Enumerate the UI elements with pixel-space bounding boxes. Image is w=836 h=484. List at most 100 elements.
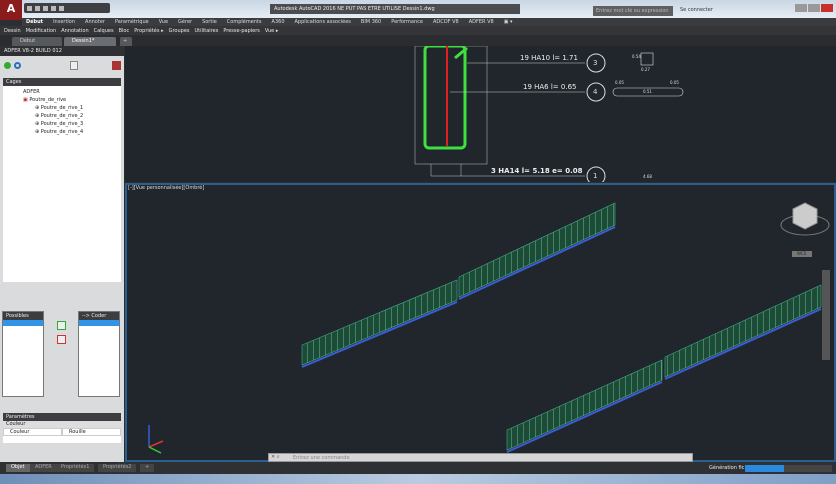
coder-header: --> Coder xyxy=(79,312,119,320)
new-icon[interactable] xyxy=(27,5,32,11)
rebar-label: 19 HA6 l= 0.65 xyxy=(523,83,577,91)
viewcube-icon[interactable] xyxy=(780,202,830,236)
tab-properties2[interactable]: Propriétés2 xyxy=(98,464,137,472)
menu-item[interactable]: Presse-papiers xyxy=(223,28,260,34)
document-icon[interactable] xyxy=(70,61,78,70)
menu-item[interactable]: Vue ▸ xyxy=(265,28,278,34)
add-to-code-icon[interactable] xyxy=(57,321,66,330)
cage-icon[interactable] xyxy=(112,61,121,70)
remove-from-code-icon[interactable] xyxy=(57,335,66,344)
section-drawing xyxy=(414,46,684,182)
sign-in-button[interactable]: Se connecter xyxy=(680,7,713,13)
ribbon-tabs: Début Insertion Annoter Paramétrique Vue Gére… xyxy=(22,18,836,26)
ribbon-tab[interactable]: A360 xyxy=(272,19,285,25)
autocad-logo[interactable]: A xyxy=(0,0,22,20)
panel-bar: Dessin Modification Annotation Calques Bloc P… xyxy=(0,26,836,35)
navigation-bar[interactable] xyxy=(822,270,830,360)
viewport-controls[interactable]: [-][Vue personnalisée][Ombré] xyxy=(128,185,204,191)
beam-bottom-bar xyxy=(506,381,663,453)
tab-start[interactable]: Début xyxy=(12,37,62,46)
menu-item[interactable]: Modification xyxy=(26,28,56,34)
window-controls xyxy=(795,4,833,12)
undo-icon[interactable] xyxy=(59,5,64,11)
list-item[interactable] xyxy=(79,320,119,326)
parameter-value[interactable]: Rouille xyxy=(62,428,121,436)
list-item[interactable] xyxy=(3,320,43,326)
menu-item[interactable]: Propriétés ▸ xyxy=(134,28,163,34)
ribbon-tab[interactable]: Début xyxy=(26,19,43,25)
close-button[interactable] xyxy=(821,4,833,12)
menu-item[interactable]: Utilitaires xyxy=(195,28,219,34)
ribbon-tab[interactable]: Applications associées xyxy=(295,19,351,25)
menu-item[interactable]: Dessin xyxy=(4,28,21,34)
tab-objet[interactable]: Objet xyxy=(6,464,30,472)
tab-properties1[interactable]: Propriétés1 xyxy=(56,464,95,472)
stirrup xyxy=(423,46,467,150)
close-command-icon[interactable]: ✕ ⌕ xyxy=(271,454,280,460)
ribbon-tab[interactable]: ADCOF V8 xyxy=(433,19,459,25)
menu-item[interactable]: Groupes xyxy=(169,28,190,34)
ribbon-tab[interactable]: Paramétrique xyxy=(115,19,149,25)
ribbon-tab[interactable]: Insertion xyxy=(53,19,75,25)
beam-cage xyxy=(458,202,616,298)
ribbon-tab[interactable]: ADFER V8 xyxy=(469,19,494,25)
panel-title: ADFER V8-2 BUILD 012 xyxy=(0,46,124,56)
3d-scene xyxy=(148,202,830,454)
tree-item[interactable]: ⊕ Poutre_de_rive_2 xyxy=(5,112,119,120)
tree-item[interactable]: ⊕ Poutre_de_rive_3 xyxy=(5,120,119,128)
menu-item[interactable]: Annotation xyxy=(61,28,88,34)
ribbon-tab[interactable]: Performance xyxy=(391,19,423,25)
rebar-label: 19 HA10 l= 1.71 xyxy=(520,54,578,62)
ribbon-tab[interactable]: Vue xyxy=(159,19,168,25)
generation-label: Génération fic xyxy=(709,465,745,471)
beam-bottom-bar xyxy=(301,301,458,368)
dimension: 0.05 xyxy=(615,80,624,85)
ribbon-tab[interactable]: BIM 360 xyxy=(361,19,381,25)
tree-item[interactable]: ▣ Poutre_de_rive xyxy=(5,96,119,104)
beam-bottom-bar xyxy=(458,226,616,300)
ribbon-tab[interactable]: Gérer xyxy=(178,19,192,25)
mark-number: 4 xyxy=(593,88,598,96)
beam-cage xyxy=(301,279,458,366)
tree-item[interactable]: ⊕ Poutre_de_rive_4 xyxy=(5,128,119,136)
maximize-button[interactable] xyxy=(808,4,820,12)
parameter-group[interactable]: Couleur xyxy=(3,421,121,428)
ucs-icon xyxy=(148,425,164,454)
window-title: Autodesk AutoCAD 2016 NE PUT PAS ETRE UT… xyxy=(270,4,520,14)
tree-item-label: Poutre_de_rive_4 xyxy=(40,129,84,135)
possibles-list[interactable]: Possibles xyxy=(2,311,44,397)
dimension: 0.54 xyxy=(632,54,641,59)
tab-adfer[interactable]: ADFER xyxy=(30,464,57,472)
menu-item[interactable]: Calques xyxy=(94,28,114,34)
parameters-header: Paramètres xyxy=(3,413,121,421)
desktop-taskbar xyxy=(0,474,836,484)
print-icon[interactable] xyxy=(51,5,56,11)
menu-item[interactable]: Bloc xyxy=(119,28,130,34)
coder-list[interactable]: --> Coder xyxy=(78,311,120,397)
open-icon[interactable] xyxy=(35,5,40,11)
minimize-button[interactable] xyxy=(795,4,807,12)
save-icon[interactable] xyxy=(43,5,48,11)
new-tab-button[interactable]: + xyxy=(120,37,132,46)
section-viewport[interactable]: 19 HA10 l= 1.71 19 HA6 l= 0.65 3 HA14 l=… xyxy=(125,46,836,182)
quick-access-toolbar[interactable] xyxy=(24,3,110,13)
command-line[interactable]: Entrez une commande xyxy=(268,453,693,462)
3d-viewport[interactable]: WCS xyxy=(125,183,836,462)
progress-fill xyxy=(745,465,785,472)
ribbon-tab[interactable]: ▣ ▾ xyxy=(504,19,513,25)
undo-icon[interactable] xyxy=(14,62,21,69)
ribbon-tab[interactable]: Sortie xyxy=(202,19,217,25)
ribbon-tab[interactable]: Compléments xyxy=(227,19,262,25)
tab-drawing1[interactable]: Dessin1* xyxy=(64,37,116,46)
beam-cage xyxy=(506,359,663,451)
rebar-label: 3 HA14 l= 5.18 e= 0.08 xyxy=(491,167,583,175)
tree-item[interactable]: ⊕ Poutre_de_rive_1 xyxy=(5,104,119,112)
tree-item-label: Poutre_de_rive xyxy=(29,97,67,103)
dimension: 0.27 xyxy=(641,67,650,72)
validate-icon[interactable] xyxy=(4,62,11,69)
beam-bottom-bar xyxy=(664,308,822,380)
ribbon-tab[interactable]: Annoter xyxy=(85,19,105,25)
tree-item[interactable]: ADFER xyxy=(5,88,119,96)
search-input[interactable]: Entrez mot clé ou expression xyxy=(593,6,673,16)
add-tab-button[interactable]: + xyxy=(140,464,155,472)
